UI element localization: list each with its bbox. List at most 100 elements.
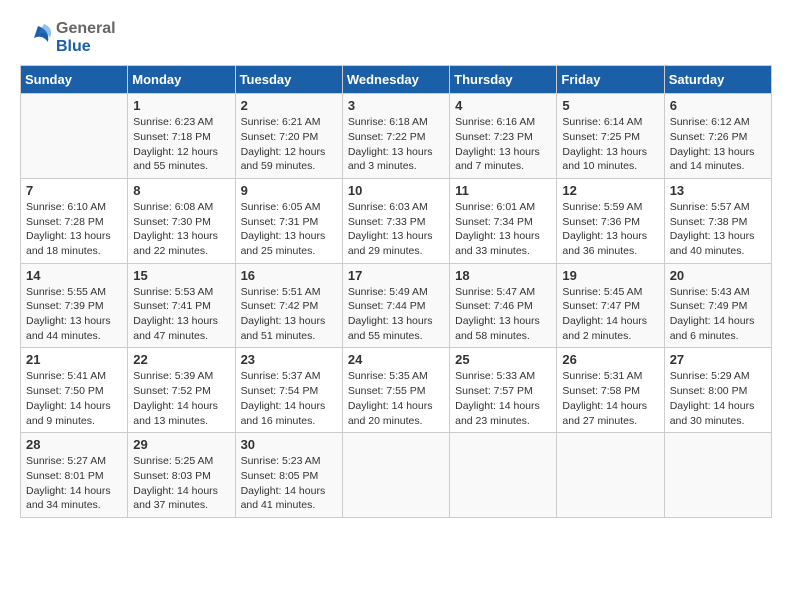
day-number: 19 [562,268,658,283]
week-row-2: 7 Sunrise: 6:10 AMSunset: 7:28 PMDaylight… [21,178,772,263]
day-number: 13 [670,183,766,198]
day-number: 29 [133,437,229,452]
day-info: Sunrise: 5:45 AMSunset: 7:47 PMDaylight:… [562,285,658,344]
day-info: Sunrise: 5:29 AMSunset: 8:00 PMDaylight:… [670,369,766,428]
day-number: 16 [241,268,337,283]
day-info: Sunrise: 6:08 AMSunset: 7:30 PMDaylight:… [133,200,229,259]
day-info: Sunrise: 5:35 AMSunset: 7:55 PMDaylight:… [348,369,444,428]
day-header-saturday: Saturday [664,66,771,94]
day-info: Sunrise: 6:18 AMSunset: 7:22 PMDaylight:… [348,115,444,174]
day-info: Sunrise: 6:03 AMSunset: 7:33 PMDaylight:… [348,200,444,259]
calendar-cell: 21 Sunrise: 5:41 AMSunset: 7:50 PMDayligh… [21,348,128,433]
logo-text-general: General [56,20,116,38]
day-info: Sunrise: 5:23 AMSunset: 8:05 PMDaylight:… [241,454,337,513]
calendar-cell: 18 Sunrise: 5:47 AMSunset: 7:46 PMDayligh… [450,263,557,348]
day-info: Sunrise: 5:31 AMSunset: 7:58 PMDaylight:… [562,369,658,428]
day-info: Sunrise: 5:39 AMSunset: 7:52 PMDaylight:… [133,369,229,428]
day-number: 11 [455,183,551,198]
calendar-cell: 6 Sunrise: 6:12 AMSunset: 7:26 PMDaylight… [664,94,771,179]
day-info: Sunrise: 6:16 AMSunset: 7:23 PMDaylight:… [455,115,551,174]
day-number: 23 [241,352,337,367]
calendar-cell [450,433,557,518]
calendar-cell: 14 Sunrise: 5:55 AMSunset: 7:39 PMDayligh… [21,263,128,348]
week-row-3: 14 Sunrise: 5:55 AMSunset: 7:39 PMDayligh… [21,263,772,348]
day-number: 2 [241,98,337,113]
day-header-tuesday: Tuesday [235,66,342,94]
day-number: 10 [348,183,444,198]
day-header-monday: Monday [128,66,235,94]
calendar-cell: 28 Sunrise: 5:27 AMSunset: 8:01 PMDayligh… [21,433,128,518]
day-info: Sunrise: 5:41 AMSunset: 7:50 PMDaylight:… [26,369,122,428]
calendar-cell: 13Sunrise: 5:57 AMSunset: 7:38 PMDayligh… [664,178,771,263]
calendar-cell: 1 Sunrise: 6:23 AMSunset: 7:18 PMDaylight… [128,94,235,179]
day-number: 27 [670,352,766,367]
calendar-cell: 9Sunrise: 6:05 AMSunset: 7:31 PMDaylight… [235,178,342,263]
week-row-1: 1 Sunrise: 6:23 AMSunset: 7:18 PMDaylight… [21,94,772,179]
day-number: 5 [562,98,658,113]
calendar-cell: 2 Sunrise: 6:21 AMSunset: 7:20 PMDaylight… [235,94,342,179]
day-number: 9 [241,183,337,198]
calendar-cell: 16 Sunrise: 5:51 AMSunset: 7:42 PMDayligh… [235,263,342,348]
calendar-cell: 25 Sunrise: 5:33 AMSunset: 7:57 PMDayligh… [450,348,557,433]
day-info: Sunrise: 6:01 AMSunset: 7:34 PMDaylight:… [455,200,551,259]
day-info: Sunrise: 5:51 AMSunset: 7:42 PMDaylight:… [241,285,337,344]
day-number: 26 [562,352,658,367]
calendar-cell: 12 Sunrise: 5:59 AMSunset: 7:36 PMDayligh… [557,178,664,263]
logo-text-blue: Blue [56,38,116,56]
calendar-cell: 29 Sunrise: 5:25 AMSunset: 8:03 PMDayligh… [128,433,235,518]
day-header-sunday: Sunday [21,66,128,94]
day-header-wednesday: Wednesday [342,66,449,94]
calendar-table: SundayMondayTuesdayWednesdayThursdayFrid… [20,65,772,518]
day-info: Sunrise: 6:10 AMSunset: 7:28 PMDaylight:… [26,200,122,259]
calendar-cell [557,433,664,518]
calendar-cell: 19 Sunrise: 5:45 AMSunset: 7:47 PMDayligh… [557,263,664,348]
day-number: 25 [455,352,551,367]
calendar-cell: 23 Sunrise: 5:37 AMSunset: 7:54 PMDayligh… [235,348,342,433]
calendar-cell [342,433,449,518]
day-number: 6 [670,98,766,113]
calendar-cell: 3 Sunrise: 6:18 AMSunset: 7:22 PMDaylight… [342,94,449,179]
day-info: Sunrise: 5:33 AMSunset: 7:57 PMDaylight:… [455,369,551,428]
day-info: Sunrise: 5:47 AMSunset: 7:46 PMDaylight:… [455,285,551,344]
day-info: Sunrise: 5:53 AMSunset: 7:41 PMDaylight:… [133,285,229,344]
calendar-cell [21,94,128,179]
calendar-cell: 5 Sunrise: 6:14 AMSunset: 7:25 PMDaylight… [557,94,664,179]
logo: General Blue [20,20,116,55]
header: General Blue [20,20,772,55]
day-info: Sunrise: 6:21 AMSunset: 7:20 PMDaylight:… [241,115,337,174]
day-info: Sunrise: 6:12 AMSunset: 7:26 PMDaylight:… [670,115,766,174]
week-row-5: 28 Sunrise: 5:27 AMSunset: 8:01 PMDayligh… [21,433,772,518]
logo-svg [20,22,52,54]
day-number: 1 [133,98,229,113]
calendar-cell: 7 Sunrise: 6:10 AMSunset: 7:28 PMDaylight… [21,178,128,263]
day-number: 18 [455,268,551,283]
day-number: 21 [26,352,122,367]
day-number: 7 [26,183,122,198]
day-number: 3 [348,98,444,113]
day-number: 14 [26,268,122,283]
day-info: Sunrise: 6:23 AMSunset: 7:18 PMDaylight:… [133,115,229,174]
day-number: 4 [455,98,551,113]
day-info: Sunrise: 6:14 AMSunset: 7:25 PMDaylight:… [562,115,658,174]
week-row-4: 21 Sunrise: 5:41 AMSunset: 7:50 PMDayligh… [21,348,772,433]
calendar-cell [664,433,771,518]
day-number: 17 [348,268,444,283]
calendar-cell: 17 Sunrise: 5:49 AMSunset: 7:44 PMDayligh… [342,263,449,348]
day-info: Sunrise: 5:49 AMSunset: 7:44 PMDaylight:… [348,285,444,344]
day-info: Sunrise: 5:43 AMSunset: 7:49 PMDaylight:… [670,285,766,344]
day-info: Sunrise: 5:27 AMSunset: 8:01 PMDaylight:… [26,454,122,513]
calendar-cell: 30Sunrise: 5:23 AMSunset: 8:05 PMDayligh… [235,433,342,518]
day-number: 28 [26,437,122,452]
day-number: 24 [348,352,444,367]
calendar-cell: 26 Sunrise: 5:31 AMSunset: 7:58 PMDayligh… [557,348,664,433]
day-info: Sunrise: 5:37 AMSunset: 7:54 PMDaylight:… [241,369,337,428]
day-number: 12 [562,183,658,198]
day-number: 22 [133,352,229,367]
calendar-cell: 4 Sunrise: 6:16 AMSunset: 7:23 PMDaylight… [450,94,557,179]
day-info: Sunrise: 5:55 AMSunset: 7:39 PMDaylight:… [26,285,122,344]
day-info: Sunrise: 5:25 AMSunset: 8:03 PMDaylight:… [133,454,229,513]
calendar-cell: 11 Sunrise: 6:01 AMSunset: 7:34 PMDayligh… [450,178,557,263]
day-info: Sunrise: 5:59 AMSunset: 7:36 PMDaylight:… [562,200,658,259]
day-number: 15 [133,268,229,283]
day-number: 8 [133,183,229,198]
